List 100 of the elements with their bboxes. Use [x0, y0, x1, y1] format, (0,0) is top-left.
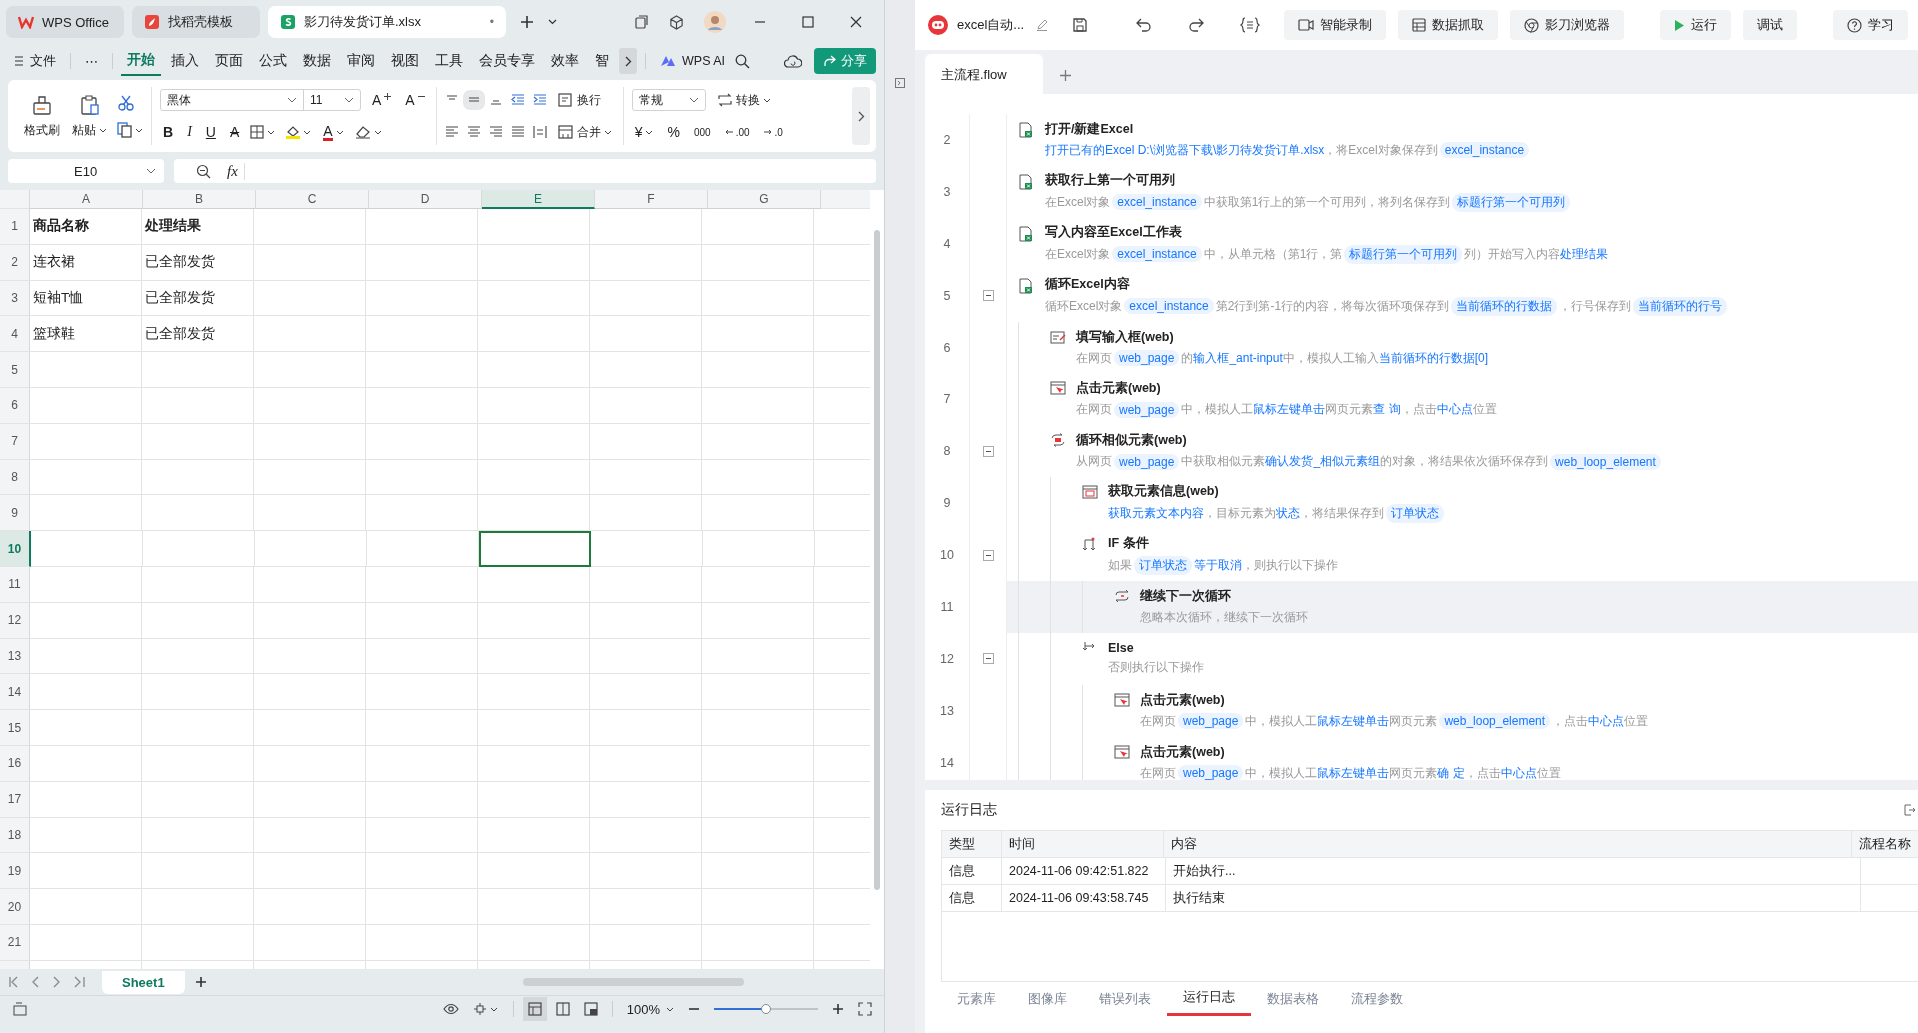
thousands-separator-button[interactable]: 000 — [690, 125, 714, 139]
justify-icon[interactable] — [510, 126, 525, 138]
empty-cell[interactable] — [478, 817, 590, 854]
column-header[interactable]: A — [30, 190, 143, 209]
font-color-button[interactable]: A — [320, 122, 347, 142]
empty-cell[interactable] — [702, 209, 814, 245]
variables-icon[interactable] — [1240, 17, 1261, 33]
step-row[interactable]: 点击元素(web) 在网页 web_page 中，模拟人工鼠标左键单击网页元素确 定，点击中心点位置 — [1007, 736, 1918, 780]
empty-cell[interactable] — [254, 459, 366, 496]
vertical-scrollbar[interactable] — [874, 230, 880, 890]
row-header[interactable]: 19 — [0, 853, 30, 890]
empty-cell[interactable] — [366, 924, 478, 961]
undo-icon[interactable] — [1136, 18, 1153, 32]
export-icon[interactable] — [1904, 804, 1916, 816]
scroll-right-button[interactable] — [619, 48, 637, 74]
page-layout-icon[interactable] — [555, 1002, 570, 1016]
empty-cell[interactable] — [142, 924, 254, 961]
collapse-button[interactable] — [982, 445, 994, 457]
variable-tag[interactable]: 标题行第一个可用列 — [1344, 244, 1463, 264]
ribbon-tab[interactable]: 效率 — [545, 47, 585, 75]
add-sheet-icon[interactable] — [194, 976, 207, 988]
convert-button[interactable]: 转换 — [713, 90, 774, 110]
cube-icon[interactable] — [669, 14, 684, 30]
empty-cell[interactable] — [702, 889, 814, 925]
parameter-text[interactable]: 中心点 — [1436, 401, 1473, 419]
empty-cell[interactable] — [142, 495, 254, 532]
zoom-in-icon[interactable] — [832, 1003, 844, 1015]
empty-cell[interactable] — [702, 924, 814, 961]
row-header[interactable]: 16 — [0, 745, 30, 782]
align-center-icon[interactable] — [466, 126, 481, 138]
row-header[interactable]: 8 — [0, 459, 30, 496]
empty-cell[interactable] — [702, 459, 814, 496]
variable-tag[interactable]: excel_instance — [1439, 142, 1530, 159]
ribbon-tab[interactable]: 数据 — [297, 47, 337, 75]
empty-cell[interactable] — [142, 853, 254, 890]
parameter-text[interactable]: 等于取消 — [1194, 557, 1242, 575]
empty-cell[interactable] — [254, 924, 366, 961]
variable-tag[interactable]: web_loop_element — [1550, 453, 1661, 470]
empty-cell[interactable] — [366, 280, 478, 317]
variable-tag[interactable]: excel_instance — [1112, 246, 1202, 263]
empty-cell[interactable] — [254, 674, 366, 711]
empty-cell[interactable] — [702, 280, 814, 317]
cloud-sync-icon[interactable] — [784, 54, 802, 68]
empty-cell[interactable] — [478, 352, 590, 388]
column-header[interactable]: F — [595, 190, 708, 209]
variable-tag[interactable]: 当前循环的行号 — [1633, 296, 1728, 316]
empty-cell[interactable] — [590, 495, 702, 532]
empty-cell[interactable] — [255, 531, 367, 567]
step-row[interactable]: 打开/新建Excel 打开已有的Excel D:\浏览器下载\影刀待发货订单.xlsx，将Excel对象保存到 excel_instance — [1007, 114, 1918, 166]
merge-button[interactable]: 合并 — [554, 122, 615, 142]
flow-tab[interactable]: 主流程.flow — [925, 54, 1043, 94]
step-row[interactable]: 获取行上第一个可用列 在Excel对象 excel_instance 中获取第1行上的第一个可用列，将列名保存到 标题行第一个可用列 — [1007, 165, 1918, 218]
ribbon-tab[interactable]: 视图 — [385, 47, 425, 75]
empty-cell[interactable] — [702, 352, 814, 388]
empty-cell[interactable] — [142, 352, 254, 388]
help-button[interactable]: 学习 — [1833, 10, 1909, 40]
variable-tag[interactable]: web_page — [1114, 350, 1180, 366]
row-header[interactable]: 18 — [0, 817, 30, 854]
parameter-text[interactable]: 鼠标左键单击 — [1317, 712, 1390, 730]
empty-cell[interactable] — [142, 638, 254, 675]
parameter-text[interactable]: 鼠标左键单击 — [1317, 764, 1390, 780]
empty-cell[interactable] — [590, 459, 702, 496]
empty-cell[interactable] — [366, 781, 478, 818]
step-row[interactable]: 写入内容至Excel工作表 在Excel对象 excel_instance 中，从单元格（第1行，第 标题行第一个可用列 列）开始写入内容处理结果 — [1007, 217, 1918, 270]
align-right-icon[interactable] — [488, 126, 503, 138]
row-header[interactable]: 1 — [0, 209, 30, 245]
scissors-icon[interactable] — [117, 94, 135, 112]
empty-cell[interactable] — [702, 316, 814, 353]
decrease-decimal-button[interactable]: .0 — [760, 125, 786, 139]
empty-cell[interactable] — [702, 495, 814, 532]
ribbon-tab[interactable]: 公式 — [253, 47, 293, 75]
plain-button[interactable]: 调试 — [1743, 10, 1798, 40]
step-row[interactable]: 循环相似元素(web) 从网页 web_page 中获取相似元素确认发货_相似元素组的对象，将结果依次循环保存到 web_loop_element — [1007, 425, 1918, 478]
eraser-icon[interactable] — [354, 125, 383, 139]
italic-button[interactable]: I — [184, 123, 195, 141]
row-header[interactable]: 3 — [0, 280, 30, 317]
parameter-text[interactable]: 打开已有的Excel D:\浏览器下载\影刀待发货订单.xlsx — [1045, 141, 1325, 159]
row-header[interactable]: 5 — [0, 352, 30, 388]
variable-tag[interactable]: 订单状态 — [1386, 504, 1444, 524]
empty-cell[interactable] — [590, 638, 702, 675]
redo-icon[interactable] — [1188, 18, 1205, 32]
panel-tab[interactable]: 图像库 — [1012, 982, 1083, 1016]
empty-cell[interactable] — [478, 889, 590, 925]
row-header[interactable]: 12 — [0, 602, 30, 639]
row-header[interactable]: 4 — [0, 316, 30, 353]
ribbon-tab[interactable]: 会员专享 — [473, 47, 541, 75]
empty-cell[interactable] — [142, 674, 254, 711]
empty-cell[interactable] — [366, 710, 478, 746]
step-row[interactable]: 继续下一次循环 忽略本次循环，继续下一次循环 — [1007, 581, 1918, 633]
empty-cell[interactable] — [254, 244, 366, 281]
ribbon-tab[interactable]: 智 — [589, 47, 615, 75]
step-row[interactable]: 填写输入框(web) 在网页 web_page 的输入框_ant-input中，模拟人工输入当前循环的行数据[0] — [1007, 321, 1918, 374]
panel-tab[interactable]: 运行日志 — [1167, 982, 1251, 1016]
parameter-text[interactable]: 中心点 — [1588, 712, 1625, 730]
empty-cell[interactable] — [478, 853, 590, 890]
empty-cell[interactable] — [478, 924, 590, 961]
share-button[interactable]: 分享 — [814, 48, 876, 74]
empty-cell[interactable] — [142, 889, 254, 925]
page-break-icon[interactable] — [583, 1002, 598, 1016]
empty-cell[interactable] — [590, 674, 702, 711]
